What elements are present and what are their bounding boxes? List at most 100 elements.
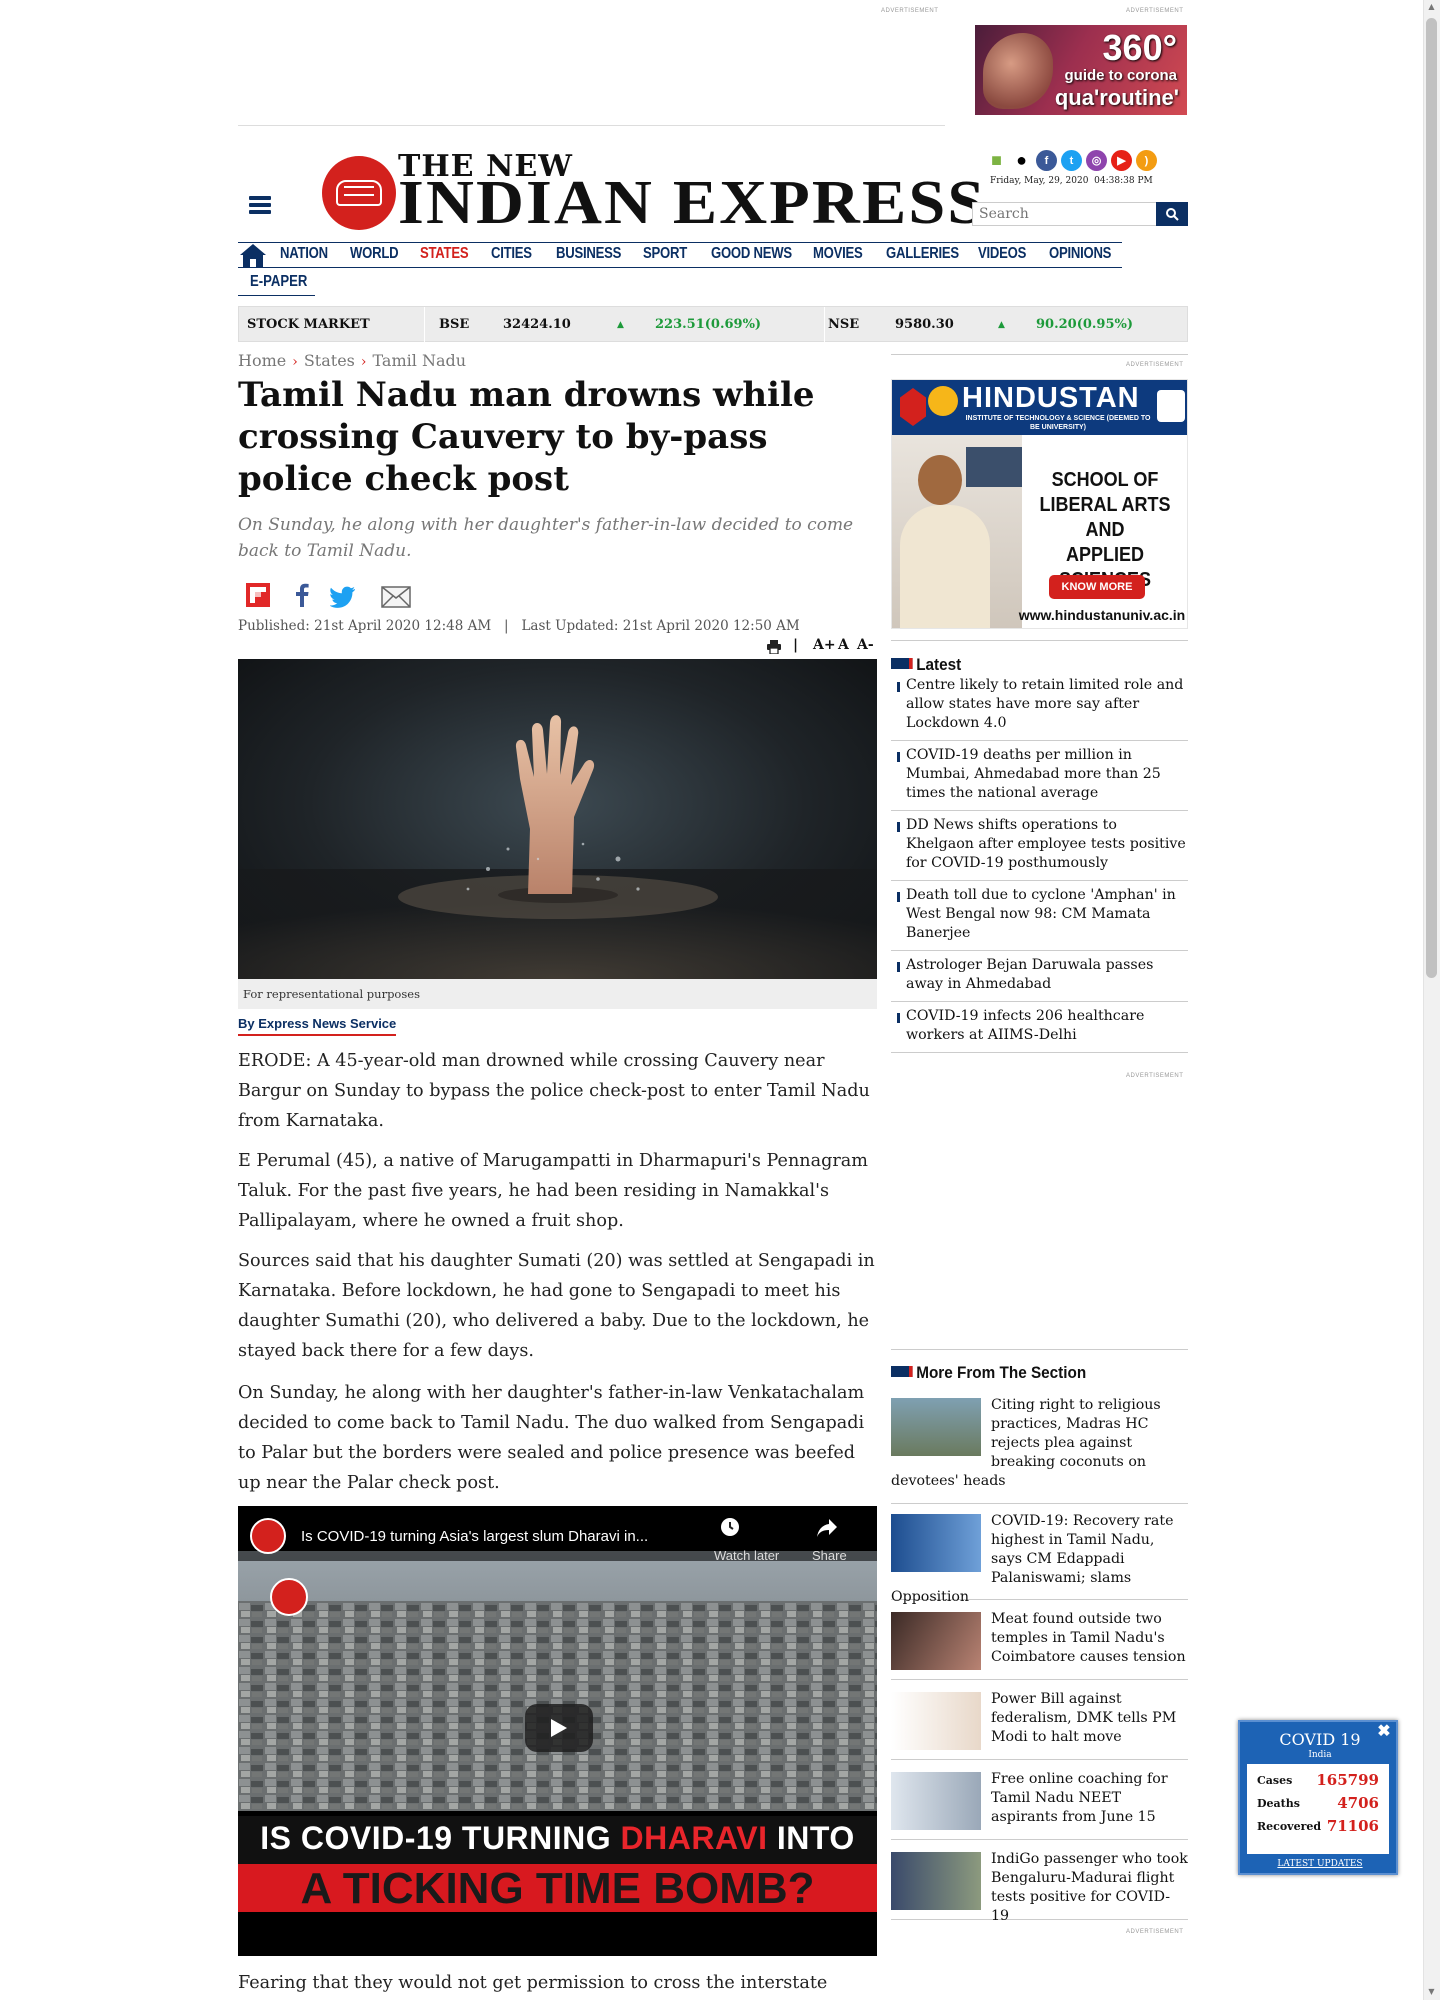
more-item[interactable]: Meat found outside two temples in Tamil … [891, 1610, 1188, 1680]
stock-ticker: STOCK MARKET BSE 32424.10 ▲ 223.51(0.69%… [238, 306, 1188, 343]
channel-avatar[interactable] [250, 1518, 286, 1554]
top-banner-ad[interactable] [238, 14, 945, 126]
nav-movies[interactable]: MOVIES [813, 245, 863, 263]
flipboard-icon[interactable] [246, 583, 270, 607]
article-paragraph: ERODE: A 45-year-old man drowned while c… [238, 1051, 870, 1131]
home-icon[interactable] [238, 242, 268, 268]
nav-world[interactable]: WORLD [350, 245, 399, 263]
more-item[interactable]: IndiGo passenger who took Bengaluru-Madu… [891, 1850, 1188, 1924]
share-arrow-icon [817, 1519, 837, 1537]
latest-item[interactable]: COVID-19 deaths per million in Mumbai, A… [891, 746, 1188, 811]
covid-stats: Cases 165799 Deaths 4706 Recovered 71106 [1247, 1764, 1389, 1854]
apple-icon[interactable]: ● [1011, 150, 1032, 171]
font-reset-button[interactable]: A [838, 637, 849, 653]
nav-cities[interactable]: CITIES [491, 245, 532, 263]
watch-later-button[interactable] [712, 1516, 748, 1552]
nav-good-news[interactable]: GOOD NEWS [711, 245, 792, 263]
font-decrease-button[interactable]: A- [857, 637, 874, 653]
main-nav: NATION WORLD STATES CITIES BUSINESS SPOR… [238, 242, 1122, 268]
article-paragraph: Fearing that they would not get permissi… [238, 1973, 828, 1993]
byline[interactable]: By Express News Service [238, 1016, 397, 1036]
arrow-up-icon: ▲ [617, 320, 624, 330]
video-banner-line1: IS COVID-19 TURNING DHARAVI INTO [260, 1820, 855, 1856]
deaths-label: Deaths [1257, 1797, 1300, 1810]
print-icon[interactable] [766, 640, 782, 654]
nav-videos[interactable]: VIDEOS [978, 245, 1026, 263]
twitter-share-icon[interactable] [330, 586, 356, 608]
breadcrumb-states[interactable]: States [304, 351, 355, 370]
news-thumbnail [891, 1514, 981, 1572]
chevron-right-icon: › [292, 354, 298, 370]
page-scrollbar[interactable]: ▲ ▼ [1423, 0, 1440, 2000]
ad-label: ADVERTISEMENT [1126, 8, 1184, 14]
news-thumbnail [891, 1612, 981, 1670]
latest-item[interactable]: Centre likely to retain limited role and… [891, 676, 1188, 741]
more-item[interactable]: Power Bill against federalism, DMK tells… [891, 1690, 1188, 1760]
more-item[interactable]: Citing right to religious practices, Mad… [891, 1396, 1188, 1504]
email-share-icon[interactable] [381, 586, 411, 608]
play-button[interactable] [525, 1704, 593, 1752]
play-icon [551, 1719, 567, 1737]
latest-item[interactable]: Astrologer Bejan Daruwala passes away in… [891, 956, 1188, 1002]
latest-item[interactable]: COVID-19 infects 206 healthcare workers … [891, 1007, 1188, 1053]
ad-image [983, 33, 1053, 109]
menu-hamburger-icon[interactable] [249, 196, 271, 214]
clock-icon [721, 1518, 739, 1536]
image-caption: For representational purposes [238, 979, 877, 1009]
hindustan-university-ad[interactable]: HINDUSTAN INSTITUTE OF TECHNOLOGY & SCIE… [891, 379, 1188, 629]
logo-main-text[interactable]: INDIAN EXPRESS [398, 168, 986, 239]
nav-nation[interactable]: NATION [280, 245, 328, 263]
share-button[interactable] [816, 1518, 838, 1542]
breadcrumb-home[interactable]: Home [238, 351, 286, 370]
rss-icon[interactable]: ) [1136, 150, 1157, 171]
drowning-hand-illustration [238, 715, 877, 979]
more-item[interactable]: Free online coaching for Tamil Nadu NEET… [891, 1770, 1188, 1840]
latest-item[interactable]: DD News shifts operations to Khelgaon af… [891, 816, 1188, 881]
bse-change: 223.51(0.69%) [655, 317, 762, 332]
search-input[interactable] [972, 202, 1158, 226]
watch-later-label[interactable]: Watch later [714, 1548, 779, 1563]
recovered-label: Recovered [1257, 1820, 1322, 1833]
twitter-icon[interactable]: t [1061, 150, 1082, 171]
article-hero-image [238, 659, 877, 979]
instagram-icon[interactable]: ◎ [1086, 150, 1107, 171]
latest-heading: Latest [891, 655, 961, 675]
facebook-share-icon[interactable] [292, 583, 312, 607]
logo-emblem[interactable] [322, 156, 396, 230]
nav-business[interactable]: BUSINESS [556, 245, 621, 263]
search-icon [1165, 207, 1179, 221]
android-icon[interactable]: ■ [986, 150, 1007, 171]
breadcrumb: Home › States › Tamil Nadu [238, 351, 466, 370]
article-paragraph: Sources said that his daughter Sumati (2… [238, 1251, 875, 1361]
ad-label: ADVERTISEMENT [1126, 362, 1184, 368]
scroll-thumb[interactable] [1426, 18, 1437, 978]
cases-value: 165799 [1316, 1771, 1379, 1789]
nav-galleries[interactable]: GALLERIES [886, 245, 959, 263]
nav-sport[interactable]: SPORT [643, 245, 687, 263]
stock-label: STOCK MARKET [247, 317, 370, 332]
scroll-up-icon[interactable]: ▲ [1427, 3, 1436, 11]
corona-guide-ad[interactable]: 360° guide to corona qua'routine' [975, 25, 1187, 115]
latest-item[interactable]: Death toll due to cyclone 'Amphan' in We… [891, 886, 1188, 951]
breadcrumb-tamil-nadu[interactable]: Tamil Nadu [373, 351, 467, 370]
search-button[interactable] [1156, 202, 1188, 226]
scroll-down-icon[interactable]: ▼ [1427, 1988, 1436, 1996]
share-label[interactable]: Share [812, 1548, 847, 1563]
cases-label: Cases [1257, 1774, 1293, 1787]
ad-headline: 360° [1102, 27, 1177, 68]
sidebar-ad-slot[interactable] [891, 1082, 1188, 1350]
embedded-video[interactable]: Is COVID-19 turning Asia's largest slum … [238, 1506, 877, 1956]
nse-change: 90.20(0.95%) [1036, 317, 1134, 332]
font-increase-button[interactable]: A+ [813, 637, 836, 653]
youtube-icon[interactable]: ▶ [1111, 150, 1132, 171]
nav-epaper[interactable]: E-PAPER [238, 270, 315, 296]
more-item[interactable]: COVID-19: Recovery rate highest in Tamil… [891, 1512, 1188, 1605]
nav-states[interactable]: STATES [420, 245, 469, 263]
facebook-icon[interactable]: f [1036, 150, 1057, 171]
nav-opinions[interactable]: OPINIONS [1049, 245, 1111, 263]
article-headline: Tamil Nadu man drowns while crossing Cau… [238, 375, 815, 499]
ad-tagline: qua'routine' [1054, 85, 1179, 110]
latest-updates-link[interactable]: LATEST UPDATES [1240, 1859, 1400, 1869]
bse-label: BSE [439, 317, 470, 332]
video-title[interactable]: Is COVID-19 turning Asia's largest slum … [301, 1528, 648, 1545]
